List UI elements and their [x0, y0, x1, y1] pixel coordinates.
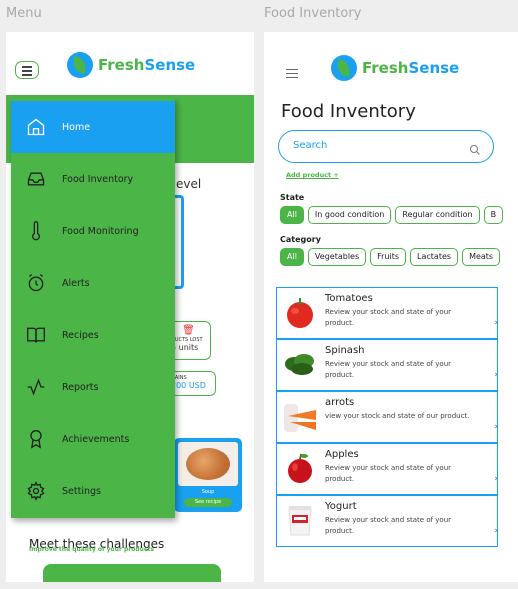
chevron-right-icon: › [494, 422, 498, 432]
logo: FreshSense [331, 55, 459, 81]
leaf-logo-icon [331, 55, 357, 81]
book-icon [25, 324, 47, 346]
thermometer-icon [25, 220, 47, 242]
see-recipe-button[interactable]: See recipe [184, 498, 232, 507]
menu-button[interactable] [15, 61, 39, 79]
product-name: Yogurt [325, 501, 357, 512]
product-description: Review your stock and state of your prod… [325, 464, 452, 483]
product-item-apples[interactable]: Apples Review your stock and state of yo… [276, 443, 498, 495]
soup-image [178, 442, 238, 486]
logo-text: FreshSense [362, 59, 460, 77]
activity-icon [25, 376, 47, 398]
chevron-right-icon: › [494, 370, 498, 380]
chevron-right-icon: › [494, 474, 498, 484]
product-item-carrots[interactable]: arrots view your stock and state of our … [276, 391, 498, 443]
state-chip-regular[interactable]: Regular condition [395, 206, 480, 224]
frame-label-inventory: Food Inventory [264, 6, 362, 21]
drawer-label: Food Monitoring [62, 225, 139, 237]
chevron-right-icon: › [494, 526, 498, 536]
hamburger-menu-icon[interactable] [286, 69, 298, 79]
background-heading: evel [176, 177, 202, 191]
product-item-spinash[interactable]: Spinash Review your stock and state of y… [276, 339, 498, 391]
drawer-item-alerts[interactable]: Alerts [11, 257, 175, 309]
product-description: Review your stock and state of your prod… [325, 516, 452, 535]
home-icon [25, 116, 47, 138]
search-icon[interactable] [469, 141, 481, 160]
drawer-label: Home [62, 121, 91, 133]
drawer-item-home[interactable]: Home [11, 101, 175, 153]
recipe-name: Soup [201, 489, 215, 495]
search-placeholder: Search [293, 140, 328, 151]
product-item-yogurt[interactable]: Yogurt Review your stock and state of yo… [276, 495, 498, 547]
drawer-item-settings[interactable]: Settings [11, 465, 175, 517]
frame-label-menu: Menu [6, 6, 42, 21]
navigation-drawer: Home Food Inventory Food Monitoring Aler… [11, 98, 175, 518]
inventory-screen: FreshSense Food Inventory Search Add pro… [264, 32, 518, 582]
page-title: Food Inventory [281, 101, 416, 122]
drawer-item-reports[interactable]: Reports [11, 361, 175, 413]
award-icon [25, 428, 47, 450]
drawer-label: Recipes [62, 329, 99, 341]
product-item-tomatoes[interactable]: Tomatoes Review your stock and state of … [276, 287, 498, 339]
drawer-label: Alerts [62, 277, 90, 289]
product-name: Tomatoes [325, 293, 373, 304]
logo: FreshSense [67, 52, 195, 78]
chevron-right-icon: › [494, 318, 498, 328]
product-description: Review your stock and state of your prod… [325, 360, 452, 379]
menu-screen: FreshSense evel 🗑 DUCTS LOST 5 units GAI… [6, 32, 254, 582]
inbox-icon [25, 168, 47, 190]
category-filters: All Vegetables Fruits Lactates Meats [280, 248, 501, 266]
state-filters: All In good condition Regular condition … [280, 206, 504, 224]
drawer-label: Food Inventory [62, 173, 134, 185]
product-name: arrots [325, 397, 355, 408]
challenge-card[interactable] [43, 564, 221, 582]
category-chip-fruits[interactable]: Fruits [370, 248, 407, 266]
product-description: view your stock and state of our product… [325, 412, 470, 420]
spinach-image [282, 346, 318, 382]
tomato-image [282, 294, 318, 330]
drawer-label: Settings [62, 485, 101, 497]
drawer-item-food-monitoring[interactable]: Food Monitoring [11, 205, 175, 257]
state-chip-bad[interactable]: B [483, 206, 504, 224]
logo-text: FreshSense [98, 56, 196, 74]
search-input[interactable]: Search [278, 130, 494, 163]
drawer-item-achievements[interactable]: Achievements [11, 413, 175, 465]
add-product-link[interactable]: Add product + [286, 171, 339, 179]
product-name: Spinash [325, 345, 365, 356]
drawer-label: Achievements [62, 433, 130, 445]
challenges-subtitle: Improve the quality of your products [29, 546, 154, 553]
drawer-item-food-inventory[interactable]: Food Inventory [11, 153, 175, 205]
state-chip-all[interactable]: All [280, 206, 304, 224]
yogurt-image [282, 502, 318, 538]
recipe-card[interactable]: Soup See recipe [174, 438, 242, 512]
leaf-logo-icon [67, 52, 93, 78]
state-label: State [280, 193, 305, 202]
trash-icon: 🗑 [182, 325, 195, 336]
product-description: Review your stock and state of your prod… [325, 308, 452, 327]
category-chip-meats[interactable]: Meats [462, 248, 501, 266]
apple-image [282, 450, 318, 486]
alarm-clock-icon [25, 272, 47, 294]
gear-icon [25, 480, 47, 502]
category-label: Category [280, 235, 321, 244]
category-chip-all[interactable]: All [280, 248, 304, 266]
category-chip-vegetables[interactable]: Vegetables [307, 248, 367, 266]
carrot-image [282, 398, 318, 434]
category-chip-lactates[interactable]: Lactates [410, 248, 459, 266]
state-chip-good[interactable]: In good condition [307, 206, 392, 224]
product-name: Apples [325, 449, 359, 460]
drawer-item-recipes[interactable]: Recipes [11, 309, 175, 361]
drawer-label: Reports [62, 381, 99, 393]
